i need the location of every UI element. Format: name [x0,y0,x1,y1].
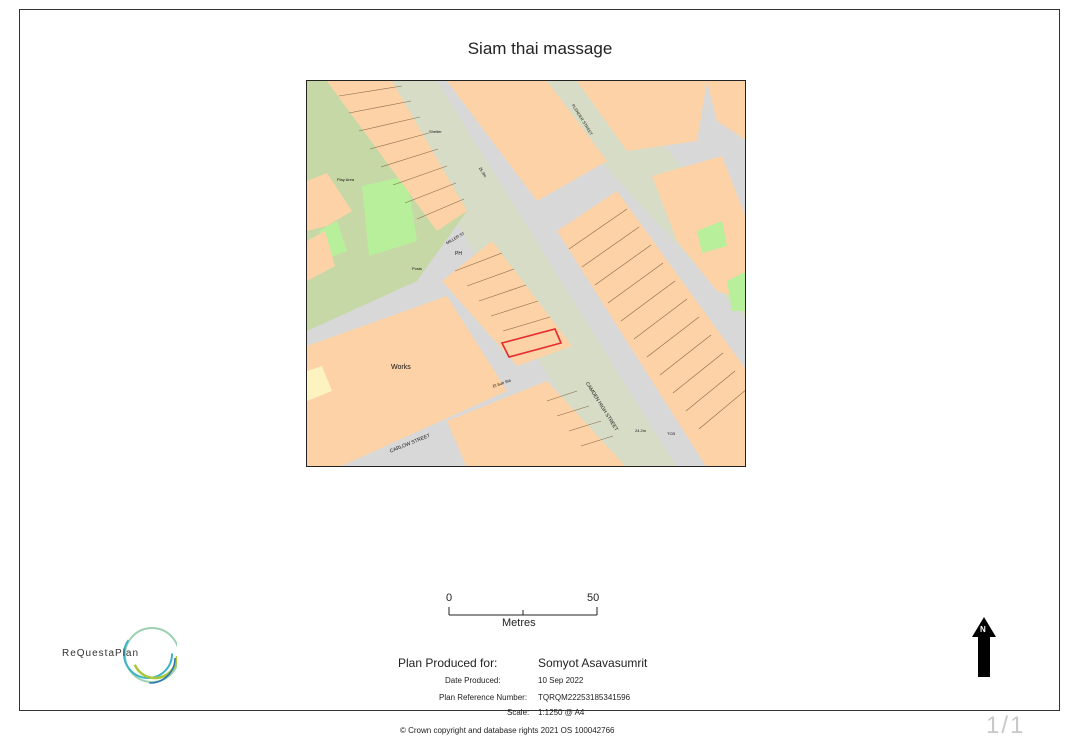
label-shelter: Shelter [429,129,442,134]
label-play-area: Play Area [337,177,355,182]
scale-bar: 0 50 Metres [446,590,606,630]
scale-label: Scale: [507,708,530,717]
site-map[interactable]: Works CAMDEN HIGH STREET CARLOW STREET M… [306,80,746,467]
plan-title: Siam thai massage [467,39,613,58]
ref-value: TQRQM22253185341596 [538,693,631,702]
label-level-right: 24.2m [635,428,647,433]
produced-for-value: Somyot Asavasumrit [538,656,648,670]
north-arrow-icon: N [972,617,996,679]
copyright-text: © Crown copyright and database rights 20… [400,726,615,735]
logo-text: ReQuestaPlan [62,648,140,659]
label-tcb: TCB [667,431,675,436]
page-counter: 1/1 [986,712,1026,739]
produced-for-label: Plan Produced for: [398,656,498,670]
scale-unit: Metres [502,617,536,629]
date-value: 10 Sep 2022 [538,676,584,685]
label-posts: Posts [412,266,423,271]
label-ph: PH [455,251,462,257]
date-label: Date Produced: [445,676,501,685]
scale-value: 1:1250 @ A4 [538,708,585,717]
requestaplan-logo: ReQuestaPlan [62,620,177,690]
label-works: Works [391,364,411,371]
ref-label: Plan Reference Number: [439,693,528,702]
north-letter: N [980,625,986,634]
